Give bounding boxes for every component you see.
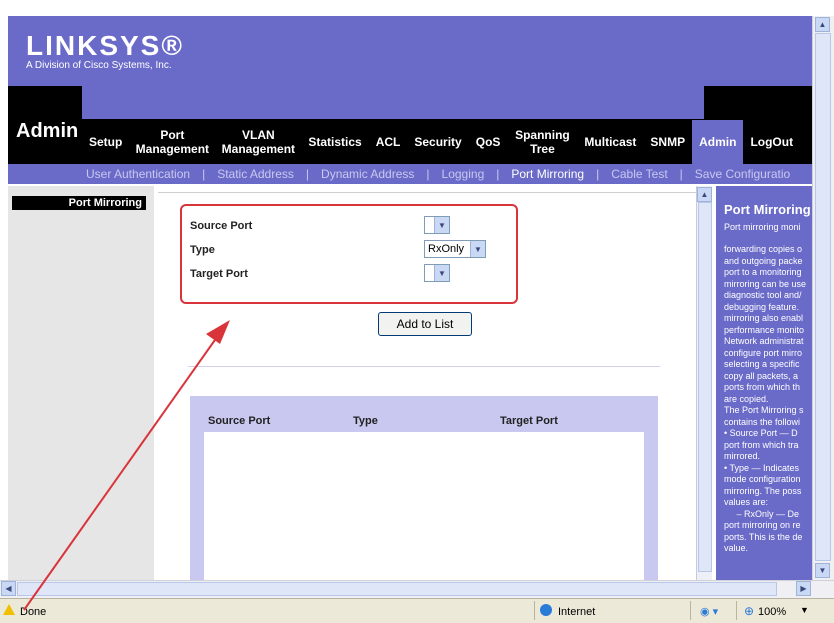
nav-logout[interactable]: LogOut bbox=[743, 120, 800, 164]
page-viewport: LINKSYS® A Division of Cisco Systems, In… bbox=[8, 16, 812, 580]
chevron-down-icon[interactable]: ▼ bbox=[800, 605, 809, 615]
protected-mode-icon[interactable]: ◉ ▾ bbox=[700, 605, 718, 618]
nav-qos[interactable]: QoS bbox=[469, 120, 508, 164]
help-subtitle: Port mirroring moni bbox=[724, 222, 801, 232]
status-divider bbox=[736, 601, 737, 620]
zoom-level[interactable]: 100% bbox=[758, 606, 786, 618]
subnav-separator: | bbox=[202, 167, 206, 181]
globe-icon bbox=[540, 604, 552, 616]
subnav-save-configuration[interactable]: Save Configuratio bbox=[695, 167, 790, 181]
sub-nav: User Authentication | Static Address | D… bbox=[8, 164, 812, 184]
nav-setup[interactable]: Setup bbox=[82, 120, 129, 164]
content-scroll-thumb[interactable] bbox=[698, 202, 712, 572]
nav-spanning-tree[interactable]: Spanning Tree bbox=[507, 120, 577, 164]
nav-port-management[interactable]: Port Management bbox=[129, 120, 215, 164]
subnav-logging[interactable]: Logging bbox=[442, 167, 485, 181]
subnav-separator: | bbox=[426, 167, 430, 181]
subnav-user-authentication[interactable]: User Authentication bbox=[86, 167, 190, 181]
nav-vlan-management[interactable]: VLAN Management bbox=[215, 120, 301, 164]
nav-snmp[interactable]: SNMP bbox=[643, 120, 692, 164]
scroll-up-icon[interactable]: ▲ bbox=[697, 187, 712, 202]
scroll-right-icon[interactable]: ▶ bbox=[796, 581, 811, 596]
browser-horizontal-thumb[interactable] bbox=[17, 582, 777, 596]
annotation-highlight-box bbox=[180, 204, 518, 304]
subnav-separator: | bbox=[305, 167, 310, 181]
sidebar-title: Port Mirroring bbox=[12, 196, 146, 210]
column-header-type: Type bbox=[353, 415, 378, 427]
subnav-dynamic-address[interactable]: Dynamic Address bbox=[321, 167, 414, 181]
subnav-separator: | bbox=[596, 167, 600, 181]
subnav-cable-test[interactable]: Cable Test bbox=[611, 167, 667, 181]
subnav-separator: | bbox=[679, 167, 683, 181]
nav-admin[interactable]: Admin bbox=[692, 120, 744, 164]
header-strip bbox=[82, 86, 704, 119]
help-body: forwarding copies o and outgoing packe p… bbox=[724, 244, 807, 553]
status-text: Done bbox=[20, 606, 47, 618]
scroll-up-icon[interactable]: ▲ bbox=[815, 17, 830, 32]
subnav-port-mirroring[interactable]: Port Mirroring bbox=[511, 167, 584, 181]
scroll-left-icon[interactable]: ◀ bbox=[1, 581, 16, 596]
column-header-target-port: Target Port bbox=[500, 415, 558, 427]
divider bbox=[158, 192, 696, 193]
subnav-separator: | bbox=[496, 167, 500, 181]
zoom-icon[interactable]: ⊕ bbox=[744, 604, 754, 618]
table-body bbox=[204, 432, 644, 580]
warning-icon[interactable] bbox=[3, 604, 15, 615]
help-title: Port Mirroring bbox=[724, 202, 811, 217]
column-header-source-port: Source Port bbox=[208, 415, 271, 427]
section-title: Admin bbox=[16, 120, 79, 142]
logo-tagline: A Division of Cisco Systems, Inc. bbox=[26, 60, 172, 71]
nav-multicast[interactable]: Multicast bbox=[577, 120, 643, 164]
nav-acl[interactable]: ACL bbox=[369, 120, 408, 164]
status-divider bbox=[534, 601, 535, 620]
divider bbox=[188, 366, 660, 367]
browser-vertical-thumb[interactable] bbox=[815, 33, 831, 561]
nav-security[interactable]: Security bbox=[407, 120, 468, 164]
security-zone: Internet bbox=[558, 606, 596, 618]
scroll-down-icon[interactable]: ▼ bbox=[815, 563, 830, 578]
window-frame-left bbox=[0, 0, 8, 580]
linksys-logo: LINKSYS® bbox=[26, 30, 184, 61]
subnav-static-address[interactable]: Static Address bbox=[217, 167, 294, 181]
add-to-list-button[interactable]: Add to List bbox=[378, 312, 472, 336]
main-nav: Setup Port Management VLAN Management St… bbox=[82, 120, 800, 164]
left-panel bbox=[8, 186, 154, 580]
status-divider bbox=[690, 601, 691, 620]
nav-statistics[interactable]: Statistics bbox=[301, 120, 368, 164]
